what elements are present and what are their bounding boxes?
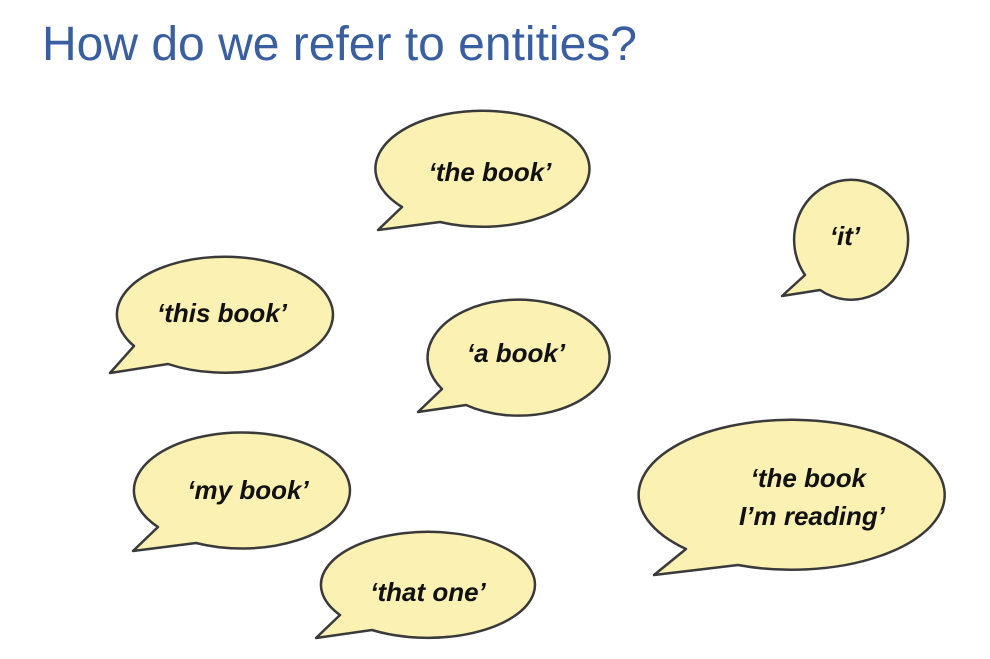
bubble-text: ‘this book’	[157, 298, 288, 328]
bubble-text-line: ‘a book’	[467, 338, 566, 368]
bubble-text: ‘that one’	[370, 577, 486, 607]
bubble-text-line: ‘the book	[751, 463, 868, 493]
speech-bubble-my-book: ‘my book’	[131, 431, 352, 553]
bubble-text-line: ‘the book’	[429, 157, 553, 187]
speech-bubbles: ‘the book’ ‘it’ ‘this book’ ‘a book’ ‘my…	[108, 109, 946, 640]
speech-bubble-this-book: ‘this book’	[108, 255, 335, 375]
speech-bubble-the-book: ‘the book’	[374, 109, 591, 232]
bubble-text: ‘it’	[830, 221, 861, 251]
speech-bubble-a-book: ‘a book’	[416, 298, 611, 417]
bubble-text-line: ‘it’	[830, 221, 861, 251]
bubble-text-line: ‘this book’	[157, 298, 288, 328]
bubble-text: ‘a book’	[467, 338, 566, 368]
bubble-text-line: ‘my book’	[187, 475, 309, 505]
speech-bubble-that-one: ‘that one’	[314, 530, 537, 640]
speech-bubble-the-book-im-reading: ‘the book I’m reading’	[637, 418, 946, 577]
speech-bubble-it: ‘it’	[780, 178, 910, 301]
bubble-text-line: I’m reading’	[739, 501, 886, 531]
bubble-text: ‘my book’	[187, 475, 309, 505]
bubble-shape	[637, 418, 946, 577]
bubble-text: ‘the book’	[429, 157, 553, 187]
bubble-text-line: ‘that one’	[370, 577, 486, 607]
